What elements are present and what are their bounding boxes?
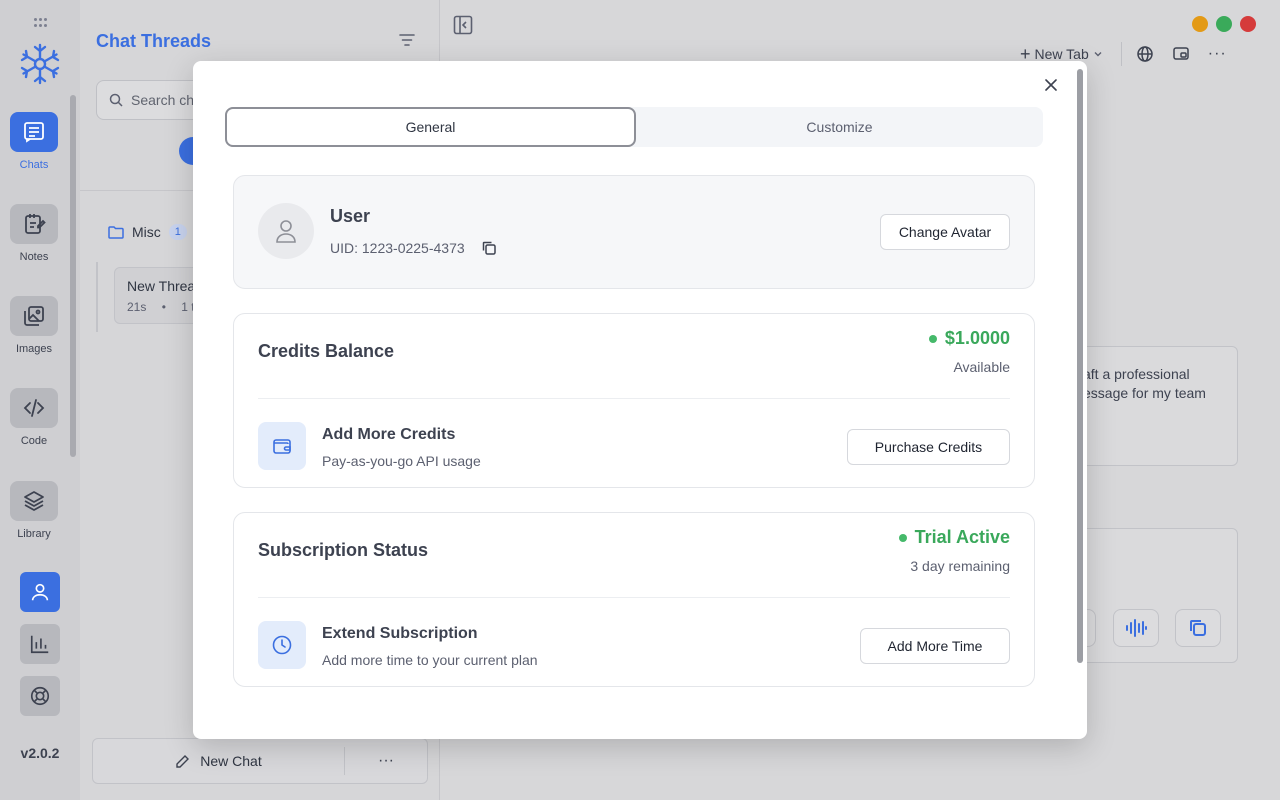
modal-scrollbar[interactable] bbox=[1077, 69, 1083, 663]
rail-label: Code bbox=[20, 435, 48, 447]
rail-item-images[interactable]: Images bbox=[10, 296, 58, 355]
rail-item-code[interactable]: Code bbox=[10, 388, 58, 447]
audio-wave-icon bbox=[1126, 619, 1147, 637]
copy-icon bbox=[1190, 620, 1206, 636]
new-chat-bar: New Chat ··· bbox=[92, 738, 428, 784]
add-credits-desc: Pay-as-you-go API usage bbox=[322, 453, 481, 469]
subscription-card: Subscription Status Trial Active 3 day r… bbox=[233, 512, 1035, 687]
user-uid-row: UID: 1223-0225-4373 bbox=[330, 240, 497, 256]
more-horizontal-icon[interactable]: ··· bbox=[1208, 45, 1227, 63]
rail-label: Chats bbox=[19, 159, 49, 171]
folder-name: Misc bbox=[132, 224, 161, 240]
user-name: User bbox=[330, 206, 371, 226]
app-rail: Chats Notes Images Code Library v2.0.2 bbox=[0, 0, 80, 800]
rail-item-library[interactable]: Library bbox=[10, 481, 58, 540]
divider bbox=[258, 597, 1010, 598]
close-modal-button[interactable] bbox=[1043, 77, 1059, 93]
copy-button[interactable] bbox=[1175, 609, 1221, 647]
subscription-title: Subscription Status bbox=[258, 540, 429, 560]
change-avatar-button[interactable]: Change Avatar bbox=[880, 214, 1010, 250]
code-icon bbox=[10, 388, 58, 428]
rail-item-notes[interactable]: Notes bbox=[10, 204, 58, 263]
subscription-status-label: Trial Active bbox=[914, 527, 1010, 547]
rail-item-chats[interactable]: Chats bbox=[10, 112, 58, 171]
divider bbox=[258, 398, 1010, 399]
search-icon bbox=[109, 93, 123, 107]
drag-grip-icon[interactable] bbox=[33, 18, 47, 28]
credits-amount-row: $1.0000 bbox=[928, 328, 1010, 349]
add-credits-title: Add More Credits bbox=[322, 426, 456, 443]
account-modal: General Customize User UID: 1223-0225-43… bbox=[193, 61, 1087, 739]
clock-icon bbox=[258, 621, 306, 669]
new-chat-label: New Chat bbox=[200, 753, 262, 769]
minimize-window-button[interactable] bbox=[1192, 16, 1208, 32]
modal-tabs: General Customize bbox=[225, 107, 1043, 147]
images-icon bbox=[10, 296, 58, 336]
status-dot bbox=[898, 533, 907, 542]
purchase-credits-button[interactable]: Purchase Credits bbox=[847, 429, 1010, 465]
thread-age: 21s bbox=[127, 300, 147, 314]
credits-status: $1.0000 Available bbox=[928, 328, 1010, 375]
suggestion-text: aft a professional bbox=[1083, 366, 1190, 382]
close-window-button[interactable] bbox=[1240, 16, 1256, 32]
maximize-window-button[interactable] bbox=[1216, 16, 1232, 32]
status-dot bbox=[928, 334, 937, 343]
rail-label: Notes bbox=[19, 251, 49, 263]
app-version: v2.0.2 bbox=[20, 745, 60, 761]
app-logo-icon bbox=[20, 43, 60, 85]
lifebuoy-icon[interactable] bbox=[20, 676, 60, 716]
chevron-down-icon bbox=[1094, 52, 1102, 57]
subscription-status-row: Trial Active bbox=[898, 527, 1010, 548]
extend-subscription-title: Extend Subscription bbox=[322, 625, 478, 642]
folder-misc[interactable]: Misc 1 bbox=[108, 224, 187, 240]
credits-amount: $1.0000 bbox=[944, 328, 1010, 348]
credits-card: Credits Balance $1.0000 Available Add Mo… bbox=[233, 313, 1035, 488]
folder-count-badge: 1 bbox=[168, 224, 187, 240]
meta-separator: • bbox=[161, 300, 166, 314]
new-tab-label: New Tab bbox=[1034, 46, 1089, 62]
user-card: User UID: 1223-0225-4373 Change Avatar bbox=[233, 175, 1035, 289]
credits-title: Credits Balance bbox=[258, 341, 395, 361]
rail-scrollbar[interactable] bbox=[70, 95, 76, 457]
credits-available-label: Available bbox=[953, 359, 1010, 375]
globe-icon[interactable] bbox=[1136, 45, 1154, 63]
threads-title: Chat Threads bbox=[96, 31, 212, 51]
close-icon bbox=[1045, 79, 1057, 91]
folder-icon bbox=[108, 226, 124, 239]
notes-icon bbox=[10, 204, 58, 244]
suggestion-text: essage for my team bbox=[1083, 385, 1206, 401]
new-chat-button[interactable]: New Chat bbox=[93, 739, 344, 783]
more-options-button[interactable]: ··· bbox=[345, 752, 427, 770]
thread-tree-line bbox=[96, 262, 98, 332]
library-icon bbox=[10, 481, 58, 521]
tab-general[interactable]: General bbox=[225, 107, 636, 147]
plus-icon: + bbox=[1020, 44, 1031, 64]
user-uid: UID: 1223-0225-4373 bbox=[330, 240, 465, 256]
divider bbox=[1120, 42, 1122, 66]
subscription-status: Trial Active 3 day remaining bbox=[898, 527, 1010, 574]
chart-icon[interactable] bbox=[20, 624, 60, 664]
avatar bbox=[258, 203, 314, 259]
chat-icon bbox=[10, 112, 58, 152]
rail-label: Library bbox=[17, 528, 51, 540]
pencil-icon bbox=[176, 754, 190, 768]
new-tab-button[interactable]: + New Tab bbox=[1020, 44, 1103, 64]
user-avatar-icon bbox=[276, 220, 296, 243]
user-icon[interactable] bbox=[20, 572, 60, 612]
sidebar-toggle-icon[interactable] bbox=[453, 15, 473, 35]
extend-subscription-desc: Add more time to your current plan bbox=[322, 652, 538, 668]
subscription-remaining: 3 day remaining bbox=[910, 558, 1010, 574]
add-more-time-button[interactable]: Add More Time bbox=[860, 628, 1010, 664]
tab-customize[interactable]: Customize bbox=[636, 107, 1043, 147]
wallet-icon bbox=[258, 422, 306, 470]
filter-icon[interactable] bbox=[398, 31, 416, 49]
picture-in-picture-icon[interactable] bbox=[1172, 45, 1190, 63]
copy-icon[interactable] bbox=[481, 240, 497, 256]
voice-input-button[interactable] bbox=[1113, 609, 1159, 647]
rail-label: Images bbox=[15, 343, 53, 355]
